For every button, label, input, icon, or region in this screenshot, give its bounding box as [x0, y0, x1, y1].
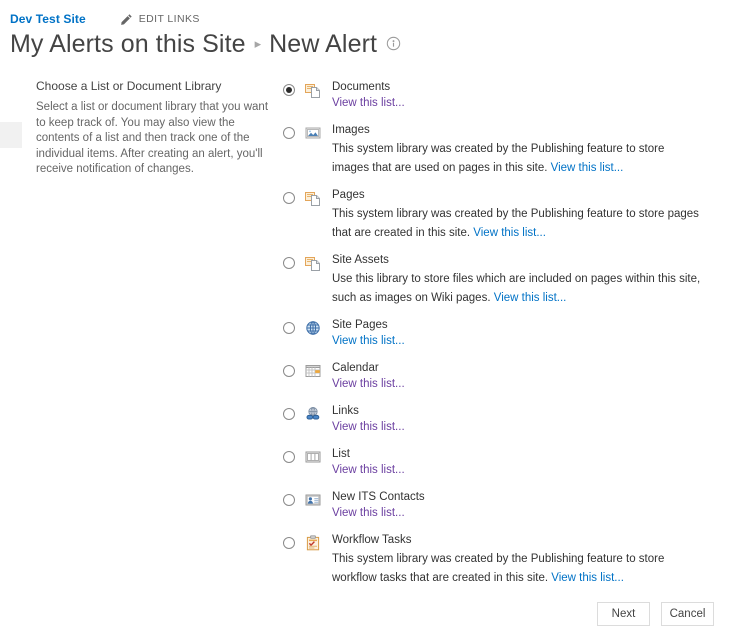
list-option-title[interactable]: Images: [332, 123, 702, 138]
list-option-text: LinksView this list...: [332, 404, 405, 435]
links-icon: [295, 404, 321, 422]
instructions-panel: Choose a List or Document Library Select…: [36, 79, 274, 586]
list-option-description: This system library was created by the P…: [332, 553, 664, 584]
view-this-list-link[interactable]: View this list...: [473, 227, 546, 239]
radio-images[interactable]: [283, 127, 295, 139]
radio-list[interactable]: [283, 451, 295, 463]
edit-links-label: EDIT LINKS: [139, 13, 200, 25]
list-option-text: Site Assets Use this library to store fil…: [332, 253, 702, 306]
list-option-row[interactable]: CalendarView this list...: [283, 361, 733, 392]
main-content: Choose a List or Document Library Select…: [0, 59, 733, 586]
document-library-icon: [295, 253, 321, 271]
generic-list-icon: [295, 447, 321, 465]
view-this-list-link[interactable]: View this list...: [332, 463, 405, 478]
list-option-title[interactable]: Workflow Tasks: [332, 533, 702, 548]
info-icon[interactable]: [377, 37, 401, 57]
page-title: My Alerts on this Site ▸ New Alert: [0, 28, 733, 59]
instructions-body: Select a list or document library that y…: [36, 100, 274, 178]
list-option-row[interactable]: Site Assets Use this library to store fil…: [283, 253, 733, 306]
radio-calendar[interactable]: [283, 365, 295, 377]
list-option-text: New ITS ContactsView this list...: [332, 490, 425, 521]
left-rail-stub: [0, 122, 22, 148]
document-library-icon: [295, 188, 321, 206]
edit-links-button[interactable]: EDIT LINKS: [120, 13, 200, 26]
view-this-list-link[interactable]: View this list...: [332, 377, 405, 392]
view-this-list-link[interactable]: View this list...: [551, 572, 624, 584]
view-this-list-link[interactable]: View this list...: [332, 506, 425, 521]
radio-pages[interactable]: [283, 192, 295, 204]
list-option-row[interactable]: DocumentsView this list...: [283, 80, 733, 111]
radio-site-assets[interactable]: [283, 257, 295, 269]
breadcrumb-current-title: New Alert: [269, 30, 377, 59]
list-option-title[interactable]: Site Assets: [332, 253, 702, 268]
list-option-title[interactable]: Calendar: [332, 361, 405, 376]
list-option-description: Use this library to store files which ar…: [332, 273, 700, 304]
view-this-list-link[interactable]: View this list...: [332, 334, 405, 349]
radio-workflow-tasks[interactable]: [283, 537, 295, 549]
view-this-list-link[interactable]: View this list...: [332, 96, 405, 111]
list-option-row[interactable]: Site PagesView this list...: [283, 318, 733, 349]
list-option-text: Images This system library was created by…: [332, 123, 702, 176]
calendar-icon: [295, 361, 321, 379]
suite-breadcrumb-bar: Dev Test Site EDIT LINKS: [0, 0, 733, 28]
breadcrumb-separator: ▸: [255, 36, 262, 52]
cancel-button[interactable]: Cancel: [661, 602, 714, 626]
list-option-text: Site PagesView this list...: [332, 318, 405, 349]
list-option-row[interactable]: Pages This system library was created by …: [283, 188, 733, 241]
tasks-clipboard-icon: [295, 533, 321, 551]
list-option-text: DocumentsView this list...: [332, 80, 405, 111]
radio-new-its-contacts[interactable]: [283, 494, 295, 506]
document-library-icon: [295, 80, 321, 98]
wiki-globe-icon: [295, 318, 321, 336]
contacts-icon: [295, 490, 321, 508]
view-this-list-link[interactable]: View this list...: [551, 162, 624, 174]
list-option-title[interactable]: New ITS Contacts: [332, 490, 425, 505]
list-option-row[interactable]: LinksView this list...: [283, 404, 733, 435]
list-option-row[interactable]: Workflow Tasks This system library was cr…: [283, 533, 733, 586]
list-option-title[interactable]: Documents: [332, 80, 405, 95]
view-this-list-link[interactable]: View this list...: [332, 420, 405, 435]
list-option-text: ListView this list...: [332, 447, 405, 478]
list-option-text: Pages This system library was created by …: [332, 188, 702, 241]
picture-library-icon: [295, 123, 321, 141]
breadcrumb-parent-title[interactable]: My Alerts on this Site: [10, 30, 246, 59]
view-this-list-link[interactable]: View this list...: [494, 292, 567, 304]
list-option-description: This system library was created by the P…: [332, 208, 699, 239]
radio-site-pages[interactable]: [283, 322, 295, 334]
list-option-row[interactable]: Images This system library was created by…: [283, 123, 733, 176]
list-option-row[interactable]: ListView this list...: [283, 447, 733, 478]
pencil-icon: [120, 13, 139, 26]
list-option-title[interactable]: Site Pages: [332, 318, 405, 333]
list-options-group: DocumentsView this list...ImagesThis sys…: [283, 79, 733, 586]
radio-links[interactable]: [283, 408, 295, 420]
instructions-heading: Choose a List or Document Library: [36, 79, 274, 93]
next-button[interactable]: Next: [597, 602, 650, 626]
site-link[interactable]: Dev Test Site: [10, 12, 86, 26]
list-option-title[interactable]: List: [332, 447, 405, 462]
list-option-description: This system library was created by the P…: [332, 143, 664, 174]
list-option-title[interactable]: Links: [332, 404, 405, 419]
list-option-text: Workflow Tasks This system library was cr…: [332, 533, 702, 586]
radio-documents[interactable]: [283, 84, 295, 96]
list-option-text: CalendarView this list...: [332, 361, 405, 392]
form-actions: Next Cancel: [597, 602, 714, 626]
list-option-title[interactable]: Pages: [332, 188, 702, 203]
list-option-row[interactable]: New ITS ContactsView this list...: [283, 490, 733, 521]
